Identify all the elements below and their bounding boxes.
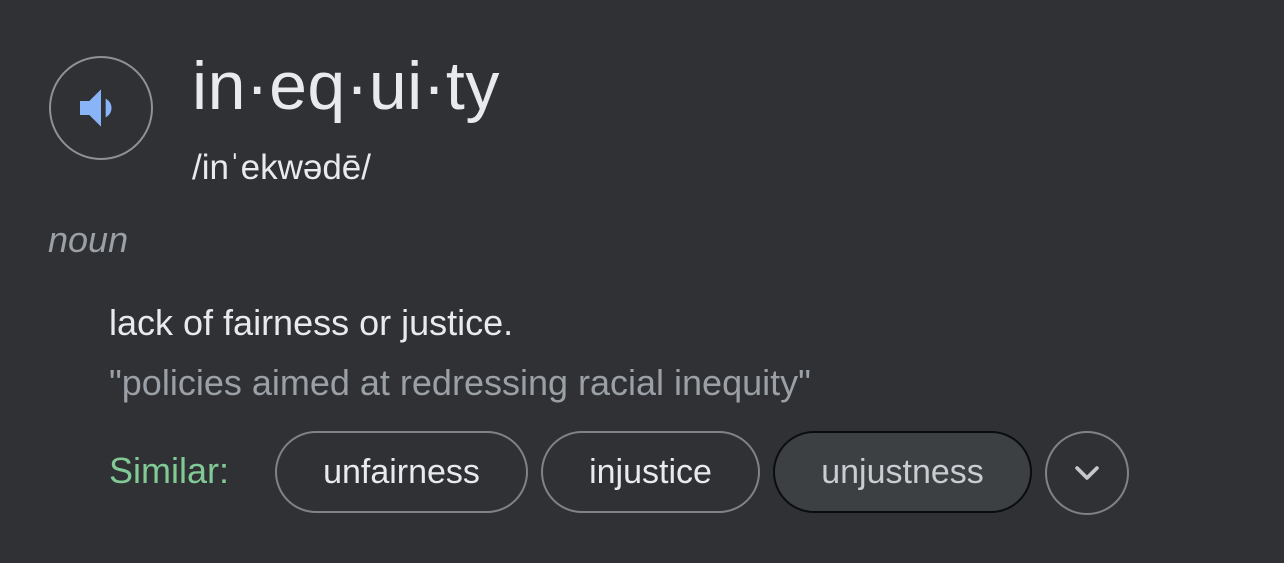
- part-of-speech: noun: [48, 219, 129, 260]
- expand-similar-button[interactable]: [1045, 431, 1129, 515]
- dictionary-card: in·eq·ui·ty /inˈekwədē/ noun lack of fai…: [0, 0, 1284, 563]
- phonetic-spelling: /inˈekwədē/: [192, 148, 371, 187]
- chevron-down-icon: [1070, 456, 1104, 490]
- example-sentence: "policies aimed at redressing racial ine…: [109, 362, 811, 403]
- similar-label: Similar:: [109, 450, 230, 491]
- similar-chip-unjustness[interactable]: unjustness: [773, 431, 1032, 513]
- speaker-icon: [73, 80, 129, 136]
- headword: in·eq·ui·ty: [192, 48, 500, 124]
- similar-chip-injustice[interactable]: injustice: [541, 431, 760, 513]
- similar-chip-unfairness[interactable]: unfairness: [275, 431, 528, 513]
- definition-text: lack of fairness or justice.: [109, 302, 514, 343]
- pronunciation-button[interactable]: [49, 56, 153, 160]
